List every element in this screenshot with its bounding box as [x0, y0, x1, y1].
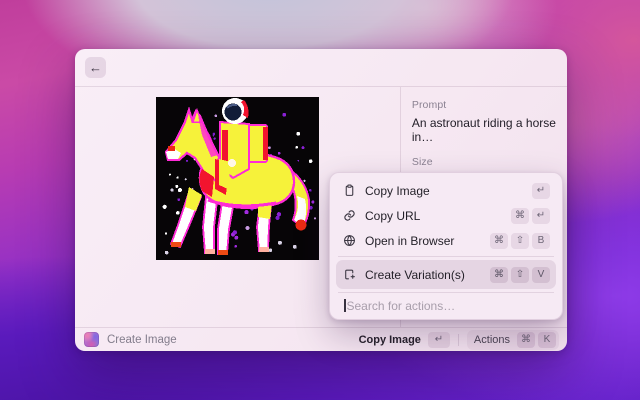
desktop-wallpaper: ← — [0, 0, 640, 400]
shift-key-badge: ⇧ — [511, 267, 529, 283]
status-bar-separator — [458, 334, 459, 346]
actions-search-row — [336, 296, 556, 315]
b-key-badge: B — [532, 233, 550, 249]
create-variation-icon — [342, 268, 356, 282]
v-key-badge: V — [532, 267, 550, 283]
return-key-badge: ↵ — [532, 208, 550, 224]
create-image-app-icon — [84, 332, 99, 347]
prompt-value: An astronaut riding a horse in… — [412, 116, 557, 144]
menu-item-label: Open in Browser — [365, 234, 454, 248]
shift-key-badge: ⇧ — [511, 233, 529, 249]
back-button[interactable]: ← — [85, 57, 106, 78]
primary-action-button[interactable]: Copy Image — [359, 334, 421, 346]
astronaut-horse-art — [156, 97, 319, 260]
text-caret — [344, 299, 346, 312]
menu-divider — [338, 256, 554, 257]
status-bar: Create Image Copy Image ↵ Actions ⌘ K — [75, 327, 567, 351]
cmd-key-badge: ⌘ — [511, 208, 529, 224]
menu-item-label: Copy Image — [365, 184, 430, 198]
menu-item-create-variations[interactable]: Create Variation(s) ⌘ ⇧ V — [336, 260, 556, 289]
return-key-badge: ↵ — [532, 183, 550, 199]
link-icon — [342, 209, 356, 223]
actions-search-input[interactable] — [347, 299, 549, 313]
status-bar-right: Copy Image ↵ Actions ⌘ K — [359, 330, 559, 350]
menu-item-label: Copy URL — [365, 209, 420, 223]
actions-popover: Copy Image ↵ Copy URL ⌘ ↵ Open in Browse… — [329, 172, 563, 320]
menu-item-copy-image[interactable]: Copy Image ↵ — [336, 178, 556, 203]
cmd-key-badge: ⌘ — [490, 233, 508, 249]
generated-image[interactable] — [156, 97, 319, 260]
cmd-key-badge: ⌘ — [517, 332, 535, 348]
menu-item-shortcut: ⌘ ⇧ V — [490, 267, 550, 283]
window-header: ← — [75, 49, 567, 87]
prompt-label: Prompt — [412, 99, 557, 111]
menu-item-shortcut: ⌘ ↵ — [511, 208, 550, 224]
cmd-key-badge: ⌘ — [490, 267, 508, 283]
menu-item-shortcut: ⌘ ⇧ B — [490, 233, 550, 249]
menu-item-label: Create Variation(s) — [365, 268, 465, 282]
menu-divider — [338, 292, 554, 293]
clipboard-icon — [342, 184, 356, 198]
menu-item-copy-url[interactable]: Copy URL ⌘ ↵ — [336, 203, 556, 228]
actions-label: Actions — [474, 334, 510, 346]
prompt-group: Prompt An astronaut riding a horse in… — [412, 99, 557, 144]
command-name: Create Image — [107, 334, 177, 346]
arrow-left-icon: ← — [89, 61, 102, 74]
menu-item-shortcut: ↵ — [532, 183, 550, 199]
size-label: Size — [412, 156, 557, 168]
return-key-badge: ↵ — [428, 332, 450, 348]
globe-icon — [342, 234, 356, 248]
actions-button[interactable]: Actions ⌘ K — [467, 330, 559, 350]
menu-item-open-in-browser[interactable]: Open in Browser ⌘ ⇧ B — [336, 228, 556, 253]
k-key-badge: K — [538, 332, 556, 348]
